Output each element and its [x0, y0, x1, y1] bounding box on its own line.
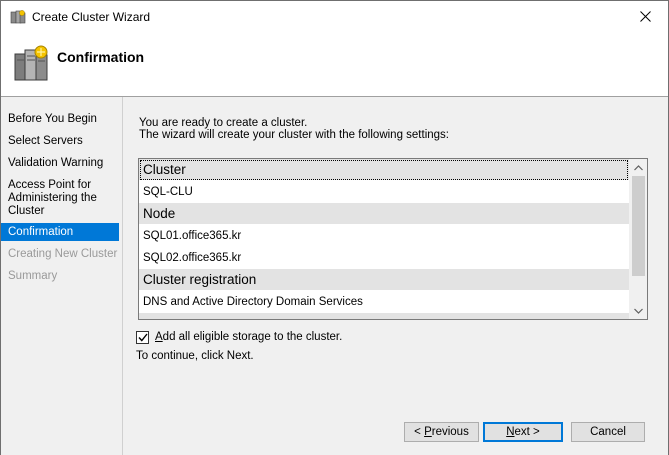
add-storage-label-text: dd all eligible storage to the cluster. — [162, 331, 343, 343]
next-button[interactable]: Next > — [483, 422, 563, 442]
cluster-app-icon — [10, 10, 26, 24]
scroll-up-button[interactable] — [630, 159, 647, 176]
intro-line-2: The wizard will create your cluster with… — [139, 129, 449, 141]
next-label: ext > — [514, 426, 540, 438]
previous-button[interactable]: < Previous — [404, 422, 479, 442]
nav-step-before-you-begin[interactable]: Before You Begin — [1, 113, 119, 126]
settings-item-node-2[interactable]: SQL02.office365.kr — [139, 247, 629, 269]
wizard-window: Create Cluster Wizard Confirmation Befor… — [0, 0, 669, 455]
settings-group-cluster[interactable]: Cluster — [139, 159, 629, 181]
cluster-servers-icon — [14, 45, 48, 81]
settings-item-registration[interactable]: DNS and Active Directory Domain Services — [139, 291, 629, 313]
intro-line-1: You are ready to create a cluster. — [139, 117, 308, 129]
nav-step-validation-warning[interactable]: Validation Warning — [1, 157, 119, 170]
cancel-button[interactable]: Cancel — [571, 422, 645, 442]
close-button[interactable] — [622, 1, 668, 32]
continue-hint: To continue, click Next. — [136, 350, 254, 362]
title-bar: Create Cluster Wizard — [1, 1, 668, 32]
settings-rows: Cluster SQL-CLU Node SQL01.office365.kr … — [139, 159, 629, 319]
settings-list[interactable]: Cluster SQL-CLU Node SQL01.office365.kr … — [138, 158, 648, 320]
scroll-down-button[interactable] — [630, 302, 647, 319]
wizard-footer: < Previous Next > Cancel — [122, 407, 668, 455]
settings-group-registration[interactable]: Cluster registration — [139, 269, 629, 291]
page-title: Confirmation — [57, 49, 145, 65]
nav-step-select-servers[interactable]: Select Servers — [1, 135, 119, 148]
add-storage-checkbox[interactable] — [136, 330, 149, 344]
settings-item-cluster-name[interactable]: SQL-CLU — [139, 181, 629, 203]
main-panel: You are ready to create a cluster. The w… — [122, 97, 668, 407]
scroll-thumb[interactable] — [632, 176, 645, 276]
previous-label: revious — [431, 426, 469, 438]
settings-group-partial — [139, 313, 629, 319]
wizard-header: Confirmation — [1, 32, 668, 96]
window-title: Create Cluster Wizard — [32, 10, 151, 24]
add-storage-option[interactable]: Add all eligible storage to the cluster. — [136, 329, 342, 345]
settings-item-node-1[interactable]: SQL01.office365.kr — [139, 225, 629, 247]
nav-step-creating-new-cluster: Creating New Cluster — [8, 248, 118, 260]
nav-step-access-point[interactable]: Access Point for Administering the Clust… — [1, 179, 119, 218]
previous-mnemonic: P — [424, 426, 432, 438]
close-icon — [639, 11, 651, 22]
add-storage-mnemonic: A — [155, 331, 163, 343]
settings-group-node[interactable]: Node — [139, 203, 629, 225]
checkmark-icon — [137, 333, 148, 342]
previous-prefix: < — [414, 426, 425, 438]
nav-step-confirmation[interactable]: Confirmation — [1, 223, 119, 241]
next-mnemonic: N — [506, 426, 515, 438]
nav-step-summary: Summary — [8, 270, 58, 282]
settings-scrollbar[interactable] — [629, 159, 647, 319]
chevron-down-icon — [634, 308, 643, 314]
chevron-up-icon — [634, 164, 643, 170]
add-storage-label[interactable]: Add all eligible storage to the cluster. — [155, 331, 342, 343]
wizard-steps-nav: Before You Begin Select Servers Validati… — [1, 97, 122, 455]
